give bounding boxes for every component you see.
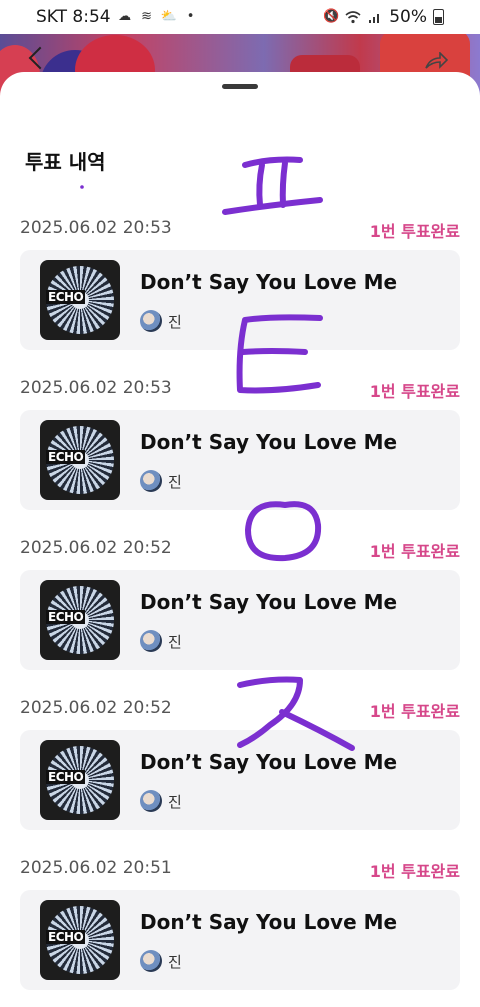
vote-card[interactable]: ECHO Don’t Say You Love Me 진 (20, 730, 460, 830)
entry-date: 2025.06.02 20:51 (20, 858, 172, 878)
avatar (140, 310, 162, 332)
avatar (140, 630, 162, 652)
vote-card[interactable]: ECHO Don’t Say You Love Me 진 (20, 570, 460, 670)
artist-name: 진 (168, 633, 182, 651)
dot-icon: • (186, 9, 195, 24)
cloud-sun-icon: ⛅ (160, 9, 177, 24)
vote-status: 1번 투표완료 (369, 702, 460, 721)
album-logo: ECHO (46, 450, 86, 464)
vote-card[interactable]: ECHO Don’t Say You Love Me 진 (20, 410, 460, 510)
entry-date: 2025.06.02 20:52 (20, 538, 172, 558)
status-bar: SKT 8:54 ☁ ≋ ⛅ • 🔇 50% (0, 0, 480, 34)
share-icon[interactable] (424, 52, 448, 70)
album-cover: ECHO (40, 740, 120, 820)
song-title: Don’t Say You Love Me (140, 750, 398, 774)
album-cover: ECHO (40, 580, 120, 660)
album-logo: ECHO (46, 930, 86, 944)
signal-icon (367, 10, 383, 24)
carrier-time: SKT 8:54 (36, 7, 111, 27)
vote-status: 1번 투표완료 (369, 382, 460, 401)
song-title: Don’t Say You Love Me (140, 910, 398, 934)
album-logo: ECHO (46, 610, 86, 624)
artist-name: 진 (168, 793, 182, 811)
sheet-drag-handle[interactable] (222, 84, 258, 89)
song-title: Don’t Say You Love Me (140, 270, 398, 294)
artist-name: 진 (168, 473, 182, 491)
entry-date: 2025.06.02 20:53 (20, 218, 172, 238)
vote-status: 1번 투표완료 (369, 542, 460, 561)
vote-status: 1번 투표완료 (369, 862, 460, 881)
avatar (140, 470, 162, 492)
battery-icon (433, 9, 444, 25)
artist-name: 진 (168, 313, 182, 331)
vote-card[interactable]: ECHO Don’t Say You Love Me 진 (20, 890, 460, 990)
album-cover: ECHO (40, 900, 120, 980)
song-title: Don’t Say You Love Me (140, 590, 398, 614)
mute-icon: 🔇 (323, 9, 340, 24)
wifi-icon (345, 10, 361, 24)
cloud-icon: ☁ (118, 9, 132, 24)
avatar (140, 790, 162, 812)
avatar (140, 950, 162, 972)
album-cover: ECHO (40, 420, 120, 500)
battery-percent: 50% (389, 7, 427, 27)
vote-status: 1번 투표완료 (369, 222, 460, 241)
vote-card[interactable]: ECHO Don’t Say You Love Me 진 (20, 250, 460, 350)
artist-name: 진 (168, 953, 182, 971)
album-logo: ECHO (46, 290, 86, 304)
song-title: Don’t Say You Love Me (140, 430, 398, 454)
entry-date: 2025.06.02 20:53 (20, 378, 172, 398)
album-cover: ECHO (40, 260, 120, 340)
weather-icon: ≋ (141, 9, 153, 24)
album-logo: ECHO (46, 770, 86, 784)
entry-date: 2025.06.02 20:52 (20, 698, 172, 718)
sheet-title: 투표 내역 (25, 150, 106, 174)
